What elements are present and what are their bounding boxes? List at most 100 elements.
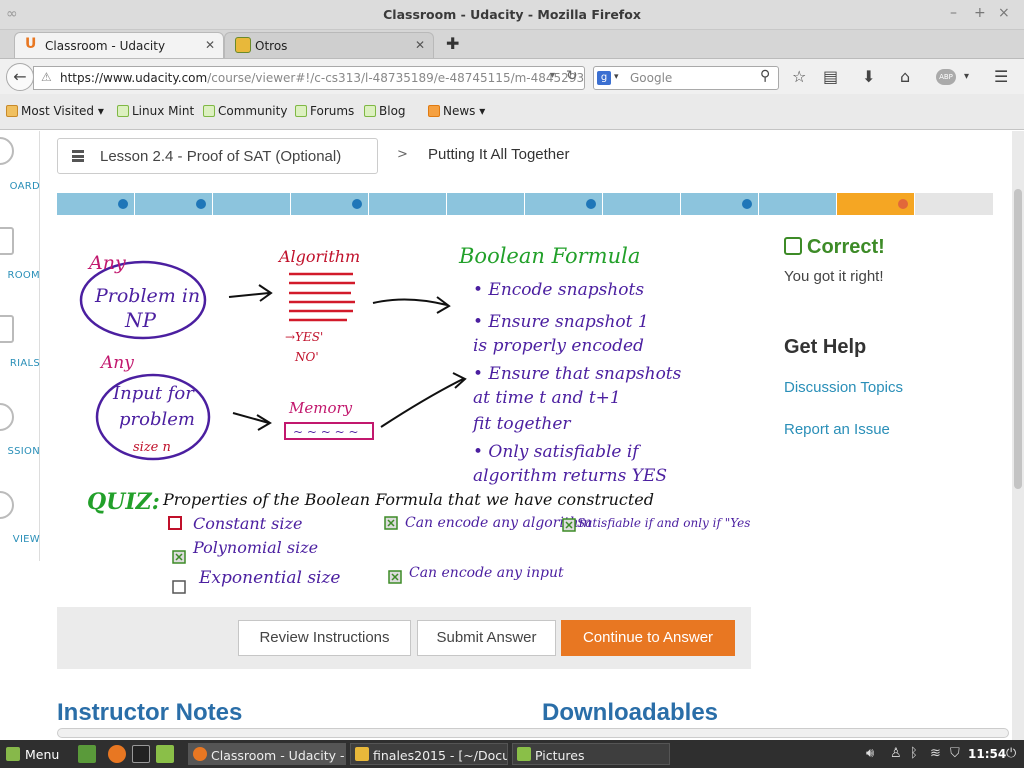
close-window-icon[interactable]: × [998, 5, 1010, 21]
arrow-1 [228, 284, 273, 302]
bookmark-linux-mint[interactable]: Linux Mint [117, 104, 194, 118]
bookmark-label: Community [218, 104, 288, 118]
vertical-scrollbar[interactable] [1012, 131, 1024, 740]
bluetooth-icon[interactable]: ᛒ [910, 746, 918, 761]
progress-dot[interactable] [351, 199, 362, 209]
wb-any-2: Any [99, 353, 134, 373]
downloads-icon[interactable]: ⬇ [862, 67, 875, 86]
tab-classroom[interactable]: U Classroom - Udacity ✕ [14, 32, 224, 58]
sidebar-item-dashboard[interactable]: OARD [0, 181, 40, 192]
task-label: Pictures [535, 748, 585, 763]
wb-bullet: • Ensure snapshot 1 [473, 312, 649, 332]
bookmark-community[interactable]: Community [203, 104, 287, 118]
bookmark-label: Most Visited [21, 104, 95, 118]
minimize-icon[interactable]: – [950, 5, 957, 21]
progress-dot[interactable] [897, 199, 908, 209]
lesson-progress-bar [57, 193, 993, 215]
scrollbar-thumb[interactable] [1014, 189, 1022, 489]
bookmarks-list-icon[interactable]: ▤ [823, 67, 838, 86]
lesson-menu-button[interactable]: Lesson 2.4 - Proof of SAT (Optional) [57, 138, 378, 174]
taskbar-task-pictures[interactable]: Pictures [512, 743, 670, 765]
taskbar-task-editor[interactable]: finales2015 - [~/Docu... [350, 743, 508, 765]
reload-icon[interactable]: ↻ [566, 68, 578, 84]
wb-np-line1: Problem in [94, 285, 200, 307]
adblock-icon[interactable]: ABP [936, 69, 956, 85]
terminal-launcher-icon[interactable] [132, 745, 150, 763]
warning-icon[interactable]: ⚠ [41, 70, 52, 84]
search-icon[interactable]: ⚲ [760, 68, 770, 84]
bookmark-label: Blog [379, 104, 406, 118]
materials-icon[interactable] [0, 315, 14, 343]
new-tab-icon[interactable]: ✚ [446, 34, 459, 53]
files-launcher-icon[interactable] [156, 745, 174, 763]
algorithm-lines [289, 272, 355, 322]
tab-otros[interactable]: Otros ✕ [224, 32, 434, 58]
horizontal-scrollbar[interactable] [57, 728, 1009, 738]
progress-segment[interactable] [603, 193, 681, 215]
bookmark-most-visited[interactable]: Most Visited ▾ [6, 104, 104, 118]
window-titlebar: ∞ Classroom - Udacity - Mozilla Firefox … [0, 0, 1024, 30]
taskbar-task-firefox[interactable]: Classroom - Udacity -... [188, 743, 346, 765]
mint-icon [203, 105, 215, 117]
menu-hamburger-icon[interactable]: ☰ [994, 67, 1008, 86]
continue-to-answer-button[interactable]: Continue to Answer [561, 620, 735, 656]
close-tab-icon[interactable]: ✕ [205, 38, 215, 52]
google-engine-icon[interactable]: g [597, 71, 611, 85]
show-desktop-icon[interactable] [78, 745, 96, 763]
power-icon[interactable]: ⏻ [1006, 746, 1016, 761]
home-icon[interactable]: ⌂ [900, 67, 910, 86]
checkbox-icon[interactable] [168, 516, 182, 530]
system-taskbar: Menu Classroom - Udacity -... finales201… [0, 740, 1024, 768]
back-button[interactable]: ← [6, 63, 34, 91]
dropdown-arrow-icon[interactable]: ▾ [550, 70, 555, 81]
adblock-dropdown-icon[interactable]: ▾ [964, 71, 969, 82]
bookmark-forums[interactable]: Forums [295, 104, 354, 118]
progress-segment[interactable] [213, 193, 291, 215]
sidebar-item-materials[interactable]: RIALS [0, 358, 40, 369]
course-sidebar: OARD ROOM RIALS SSION VIEW [0, 131, 40, 561]
report-issue-link[interactable]: Report an Issue [784, 421, 890, 438]
url-bar[interactable]: https://www.udacity.com/course/viewer#!/… [33, 66, 585, 90]
clock: 11:54 [968, 747, 1007, 761]
submit-answer-button[interactable]: Submit Answer [417, 620, 556, 656]
thumbs-up-icon [784, 237, 802, 255]
progress-dot[interactable] [585, 199, 596, 209]
maximize-icon[interactable]: + [974, 5, 986, 21]
bookmark-blog[interactable]: Blog [364, 104, 406, 118]
discussion-icon[interactable] [0, 403, 14, 431]
shield-icon[interactable]: ⛉ [950, 746, 960, 761]
search-input[interactable]: Google [593, 66, 779, 90]
progress-segment[interactable] [447, 193, 525, 215]
bookmark-news[interactable]: News ▾ [428, 104, 485, 118]
close-tab-icon[interactable]: ✕ [415, 38, 425, 52]
firefox-launcher-icon[interactable] [108, 745, 126, 763]
arrow-4 [380, 372, 467, 428]
progress-segment[interactable] [759, 193, 837, 215]
sidebar-item-overview[interactable]: VIEW [0, 534, 40, 545]
sidebar-item-classroom[interactable]: ROOM [0, 270, 40, 281]
progress-dot[interactable] [117, 199, 128, 209]
dashboard-icon[interactable] [0, 137, 14, 165]
progress-segment[interactable] [369, 193, 447, 215]
overview-icon[interactable] [0, 491, 14, 519]
discussion-topics-link[interactable]: Discussion Topics [784, 379, 903, 396]
volume-icon[interactable]: 🔊︎ [866, 746, 874, 761]
user-icon[interactable]: ♙ [890, 746, 902, 761]
rss-icon [428, 105, 440, 117]
checkbox-icon[interactable] [172, 580, 186, 594]
task-label: Classroom - Udacity -... [211, 748, 346, 763]
review-instructions-button[interactable]: Review Instructions [238, 620, 411, 656]
list-icon [72, 150, 84, 162]
lesson-whiteboard: Any Problem in NP Algorithm →YES' NO' An… [57, 227, 756, 607]
start-menu-button[interactable]: Menu [6, 747, 59, 762]
engine-dropdown-icon[interactable]: ▾ [614, 72, 619, 82]
quiz-option: Constant size [193, 514, 302, 533]
classroom-icon[interactable] [0, 227, 14, 255]
wifi-icon[interactable]: ≋ [930, 746, 941, 761]
bookmark-star-icon[interactable]: ☆ [792, 67, 806, 86]
progress-dot[interactable] [741, 199, 752, 209]
quiz-option: Polynomial size [192, 538, 318, 557]
sidebar-item-discussion[interactable]: SSION [0, 446, 40, 457]
firefox-icon [193, 747, 207, 761]
progress-dot[interactable] [195, 199, 206, 209]
